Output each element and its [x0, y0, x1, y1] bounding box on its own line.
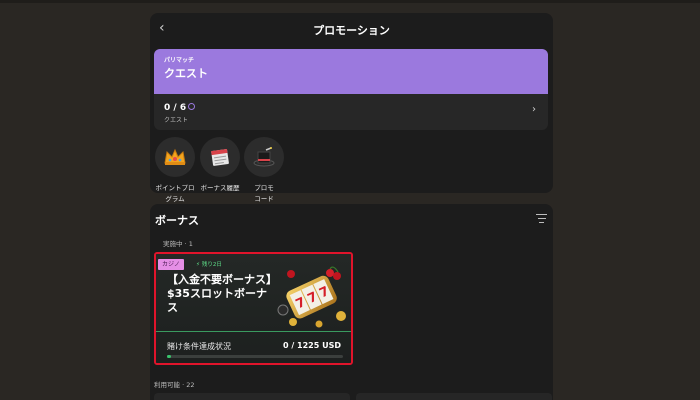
shortcut-bonus-history[interactable]: ボーナス履歴: [198, 137, 242, 194]
promotions-panel: ‹ プロモーション パリマッチ クエスト 0 / 6 クエスト › ポイントプロ…: [150, 13, 553, 203]
shortcut-label-line2: グラム: [165, 195, 185, 203]
top-strip: [0, 0, 700, 3]
shortcut-label: ポイントプロ グラム: [153, 183, 197, 205]
page-title: プロモーション: [313, 24, 390, 37]
wager-progress-fill: [167, 355, 171, 358]
shortcut-label: プロモ コード: [242, 183, 286, 205]
bonus-title-line1: 【入金不要ボーナス】: [167, 273, 277, 286]
shortcut-point-program[interactable]: ポイントプロ グラム: [153, 137, 197, 205]
quest-card-body[interactable]: 0 / 6 クエスト ›: [154, 94, 548, 130]
category-badge: カジノ: [158, 259, 184, 270]
bonus-title-line2: $35スロットボーナス: [167, 287, 267, 314]
lightning-icon: ⚡: [196, 262, 200, 268]
shortcut-label-line2: コード: [254, 195, 274, 203]
bonus-title: 【入金不要ボーナス】 $35スロットボーナス: [167, 273, 277, 315]
shortcut-promo-code[interactable]: プロモ コード: [242, 137, 286, 205]
quest-card-header[interactable]: パリマッチ クエスト: [154, 49, 548, 94]
shortcut-label-line1: ポイントプロ: [155, 184, 195, 192]
active-count: 実施中 · 1: [163, 240, 193, 248]
filter-icon[interactable]: [536, 214, 547, 223]
magic-hat-icon: [244, 137, 284, 177]
time-remaining: ⚡ 残り2日: [196, 260, 222, 268]
quest-subtitle: クエスト: [164, 117, 189, 124]
available-bonus-cards: [150, 393, 553, 400]
chevron-right-icon[interactable]: ›: [532, 104, 536, 115]
bonus-section-title: ボーナス: [155, 214, 199, 227]
shortcut-label-line1: プロモ: [254, 184, 274, 192]
info-icon: [188, 103, 196, 110]
wager-progress-label: 賭け条件達成状況: [167, 342, 231, 351]
time-remaining-text: 残り2日: [201, 262, 222, 268]
available-bonus-card[interactable]: [154, 393, 350, 400]
bonus-panel: ボーナス 実施中 · 1 カジノ ⚡ 残り2日 【入金不要ボーナス】 $35スロッ…: [150, 204, 553, 400]
bonus-card[interactable]: カジノ ⚡ 残り2日 【入金不要ボーナス】 $35スロットボーナス 7 7 7 …: [154, 252, 353, 365]
shortcut-label: ボーナス履歴: [198, 183, 242, 194]
quest-progress-value: 0 / 6: [164, 103, 187, 113]
quest-brand-tag: パリマッチ: [164, 57, 195, 64]
crown-icon: [155, 137, 195, 177]
card-divider: [156, 331, 351, 332]
wager-progress-bar: [167, 355, 343, 358]
shortcut-label-line1: ボーナス履歴: [200, 184, 240, 192]
slot-machine-illustration: 7 7 7: [277, 266, 346, 328]
quest-title: クエスト: [164, 67, 208, 80]
calendar-icon: [200, 137, 240, 177]
promotions-header: ‹ プロモーション: [150, 13, 553, 45]
available-bonus-card[interactable]: [356, 393, 552, 400]
wager-progress-value: 0 / 1225 USD: [282, 341, 341, 350]
available-count: 利用可能 · 22: [154, 381, 195, 389]
quest-progress: 0 / 6: [164, 103, 196, 113]
